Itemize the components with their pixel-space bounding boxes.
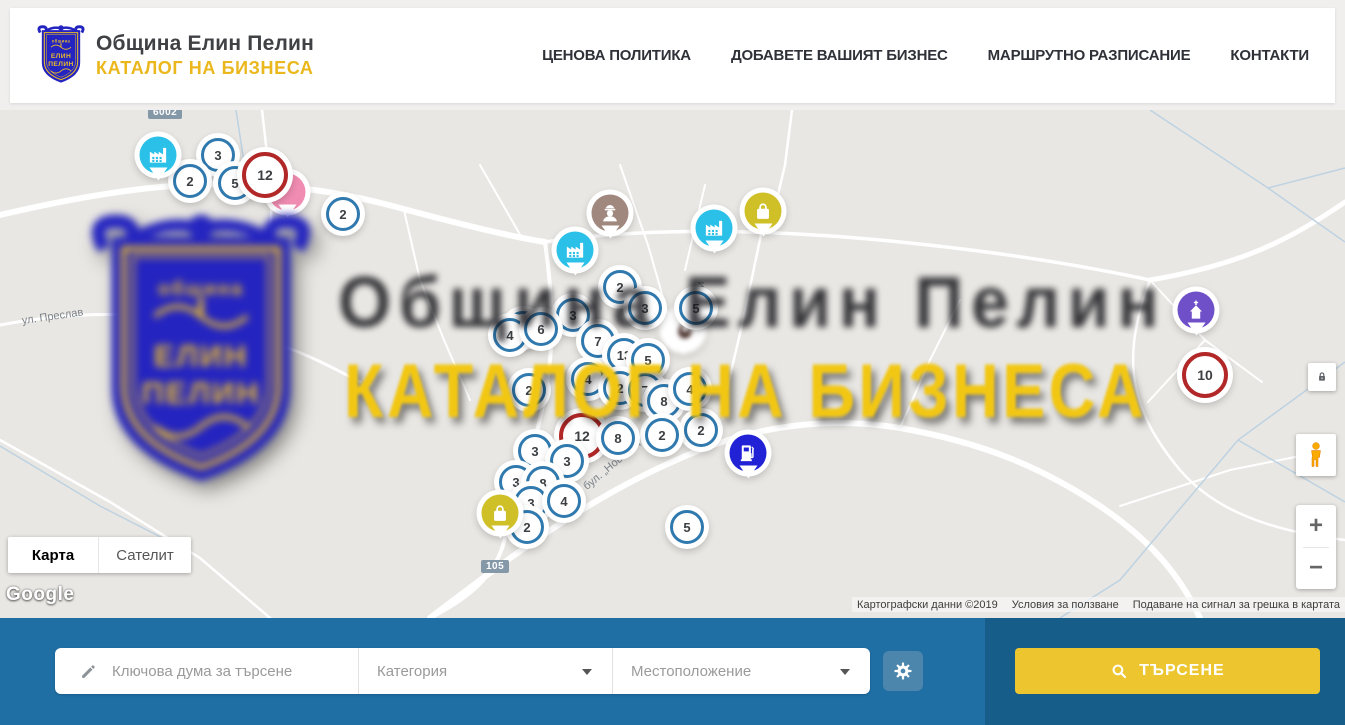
header: община ЕЛИН ПЕЛИН Община Елин Пелин КАТА… bbox=[10, 8, 1335, 103]
cluster-marker[interactable]: 5 bbox=[679, 291, 713, 325]
brand-text: Община Елин Пелин КАТАЛОГ НА БИЗНЕСА bbox=[96, 32, 314, 79]
pegman-control[interactable] bbox=[1296, 434, 1336, 476]
cluster-marker[interactable]: 12 bbox=[242, 152, 288, 198]
bag-pin-marker[interactable] bbox=[482, 495, 519, 532]
lock-icon bbox=[1314, 369, 1330, 385]
attribution-report-error-link[interactable]: Подаване на сигнал за грешка в картата bbox=[1133, 599, 1340, 611]
church-pin-marker[interactable] bbox=[1178, 292, 1215, 329]
map-markers-layer: 325122 2 10352346713524278422128 3338342… bbox=[0, 110, 1345, 618]
keyword-section bbox=[55, 648, 358, 694]
factory-pin-marker[interactable] bbox=[696, 210, 733, 247]
cluster-marker[interactable]: 3 bbox=[518, 434, 552, 468]
keyword-search-input[interactable] bbox=[112, 663, 332, 680]
cluster-marker[interactable]: 10 bbox=[1182, 352, 1228, 398]
gear-icon bbox=[892, 660, 914, 682]
svg-text:община: община bbox=[52, 39, 71, 44]
search-bar: Категория Местоположение bbox=[0, 618, 1345, 725]
nav-route-schedule[interactable]: МАРШРУТНО РАЗПИСАНИЕ bbox=[988, 47, 1191, 64]
attribution-terms-link[interactable]: Условия за ползване bbox=[1012, 599, 1119, 611]
advanced-settings-button[interactable] bbox=[883, 651, 923, 691]
cluster-marker[interactable]: 4 bbox=[493, 318, 527, 352]
factory-pin-marker[interactable] bbox=[557, 232, 594, 269]
cluster-marker[interactable]: 2 bbox=[684, 413, 718, 447]
brand-subtitle: КАТАЛОГ НА БИЗНЕСА bbox=[96, 58, 314, 79]
search-icon bbox=[1110, 662, 1129, 681]
svg-text:ПЕЛИН: ПЕЛИН bbox=[48, 61, 74, 68]
cluster-marker[interactable]: 3 bbox=[556, 298, 590, 332]
brand-title: Община Елин Пелин bbox=[96, 32, 314, 56]
google-logo[interactable]: Google bbox=[6, 584, 74, 606]
municipality-crest-logo: община ЕЛИН ПЕЛИН bbox=[36, 24, 86, 87]
cluster-marker[interactable]: 4 bbox=[547, 484, 581, 518]
nav-add-your-business[interactable]: ДОБАВЕТЕ ВАШИЯТ БИЗНЕС bbox=[731, 47, 948, 64]
map-type-map-button[interactable]: Карта bbox=[8, 537, 98, 573]
map-attribution: Картографски данни ©2019 Условия за полз… bbox=[852, 597, 1345, 612]
cluster-marker[interactable]: 2 bbox=[645, 418, 679, 452]
cluster-marker[interactable]: 4 bbox=[673, 372, 707, 406]
cluster-marker[interactable]: 2 bbox=[512, 373, 546, 407]
cluster-marker[interactable]: 6 bbox=[524, 312, 558, 346]
svg-text:ЕЛИН: ЕЛИН bbox=[51, 53, 71, 60]
nav-pricing-policy[interactable]: ЦЕНОВА ПОЛИТИКА bbox=[542, 47, 691, 64]
map-type-satellite-button[interactable]: Сателит bbox=[98, 537, 191, 573]
cluster-marker[interactable]: 3 bbox=[628, 291, 662, 325]
cluster-marker[interactable]: 5 bbox=[670, 510, 704, 544]
cluster-marker[interactable]: 2 bbox=[326, 197, 360, 231]
pencil-icon bbox=[79, 662, 98, 681]
nav-contacts[interactable]: КОНТАКТИ bbox=[1230, 47, 1309, 64]
chevron-down-icon bbox=[840, 669, 850, 680]
cluster-marker[interactable]: 8 bbox=[601, 421, 635, 455]
search-submit-label: ТЪРСЕНЕ bbox=[1139, 662, 1224, 680]
location-dropdown[interactable]: Местоположение bbox=[612, 648, 870, 694]
bag-pin-marker[interactable] bbox=[745, 193, 782, 230]
brand-logo-link[interactable]: община ЕЛИН ПЕЛИН Община Елин Пелин КАТА… bbox=[36, 24, 314, 87]
attribution-copyright: Картографски данни ©2019 bbox=[857, 599, 998, 611]
cluster-marker[interactable]: 2 bbox=[173, 164, 207, 198]
lock-button[interactable] bbox=[1308, 363, 1336, 391]
worker-pin-marker[interactable] bbox=[592, 195, 629, 232]
factory-pin-marker[interactable] bbox=[140, 137, 177, 174]
pegman-icon bbox=[1304, 441, 1328, 469]
location-dropdown-value: Местоположение bbox=[631, 663, 751, 680]
category-dropdown-value: Категория bbox=[377, 663, 447, 680]
map-type-control: Карта Сателит bbox=[8, 537, 191, 573]
cluster-marker[interactable]: 4 bbox=[571, 362, 605, 396]
fuel-pin-marker[interactable] bbox=[730, 435, 767, 472]
category-dropdown[interactable]: Категория bbox=[358, 648, 612, 694]
google-map[interactable]: ул. Преславбул. „Новоселци6002105 325122… bbox=[0, 110, 1345, 618]
search-submit-button[interactable]: ТЪРСЕНЕ bbox=[1015, 648, 1320, 694]
cluster-marker[interactable]: 5 bbox=[631, 343, 665, 377]
chevron-down-icon bbox=[582, 669, 592, 680]
search-fields-group: Категория Местоположение bbox=[55, 648, 870, 694]
main-nav: ЦЕНОВА ПОЛИТИКА ДОБАВЕТЕ ВАШИЯТ БИЗНЕС М… bbox=[542, 47, 1309, 64]
